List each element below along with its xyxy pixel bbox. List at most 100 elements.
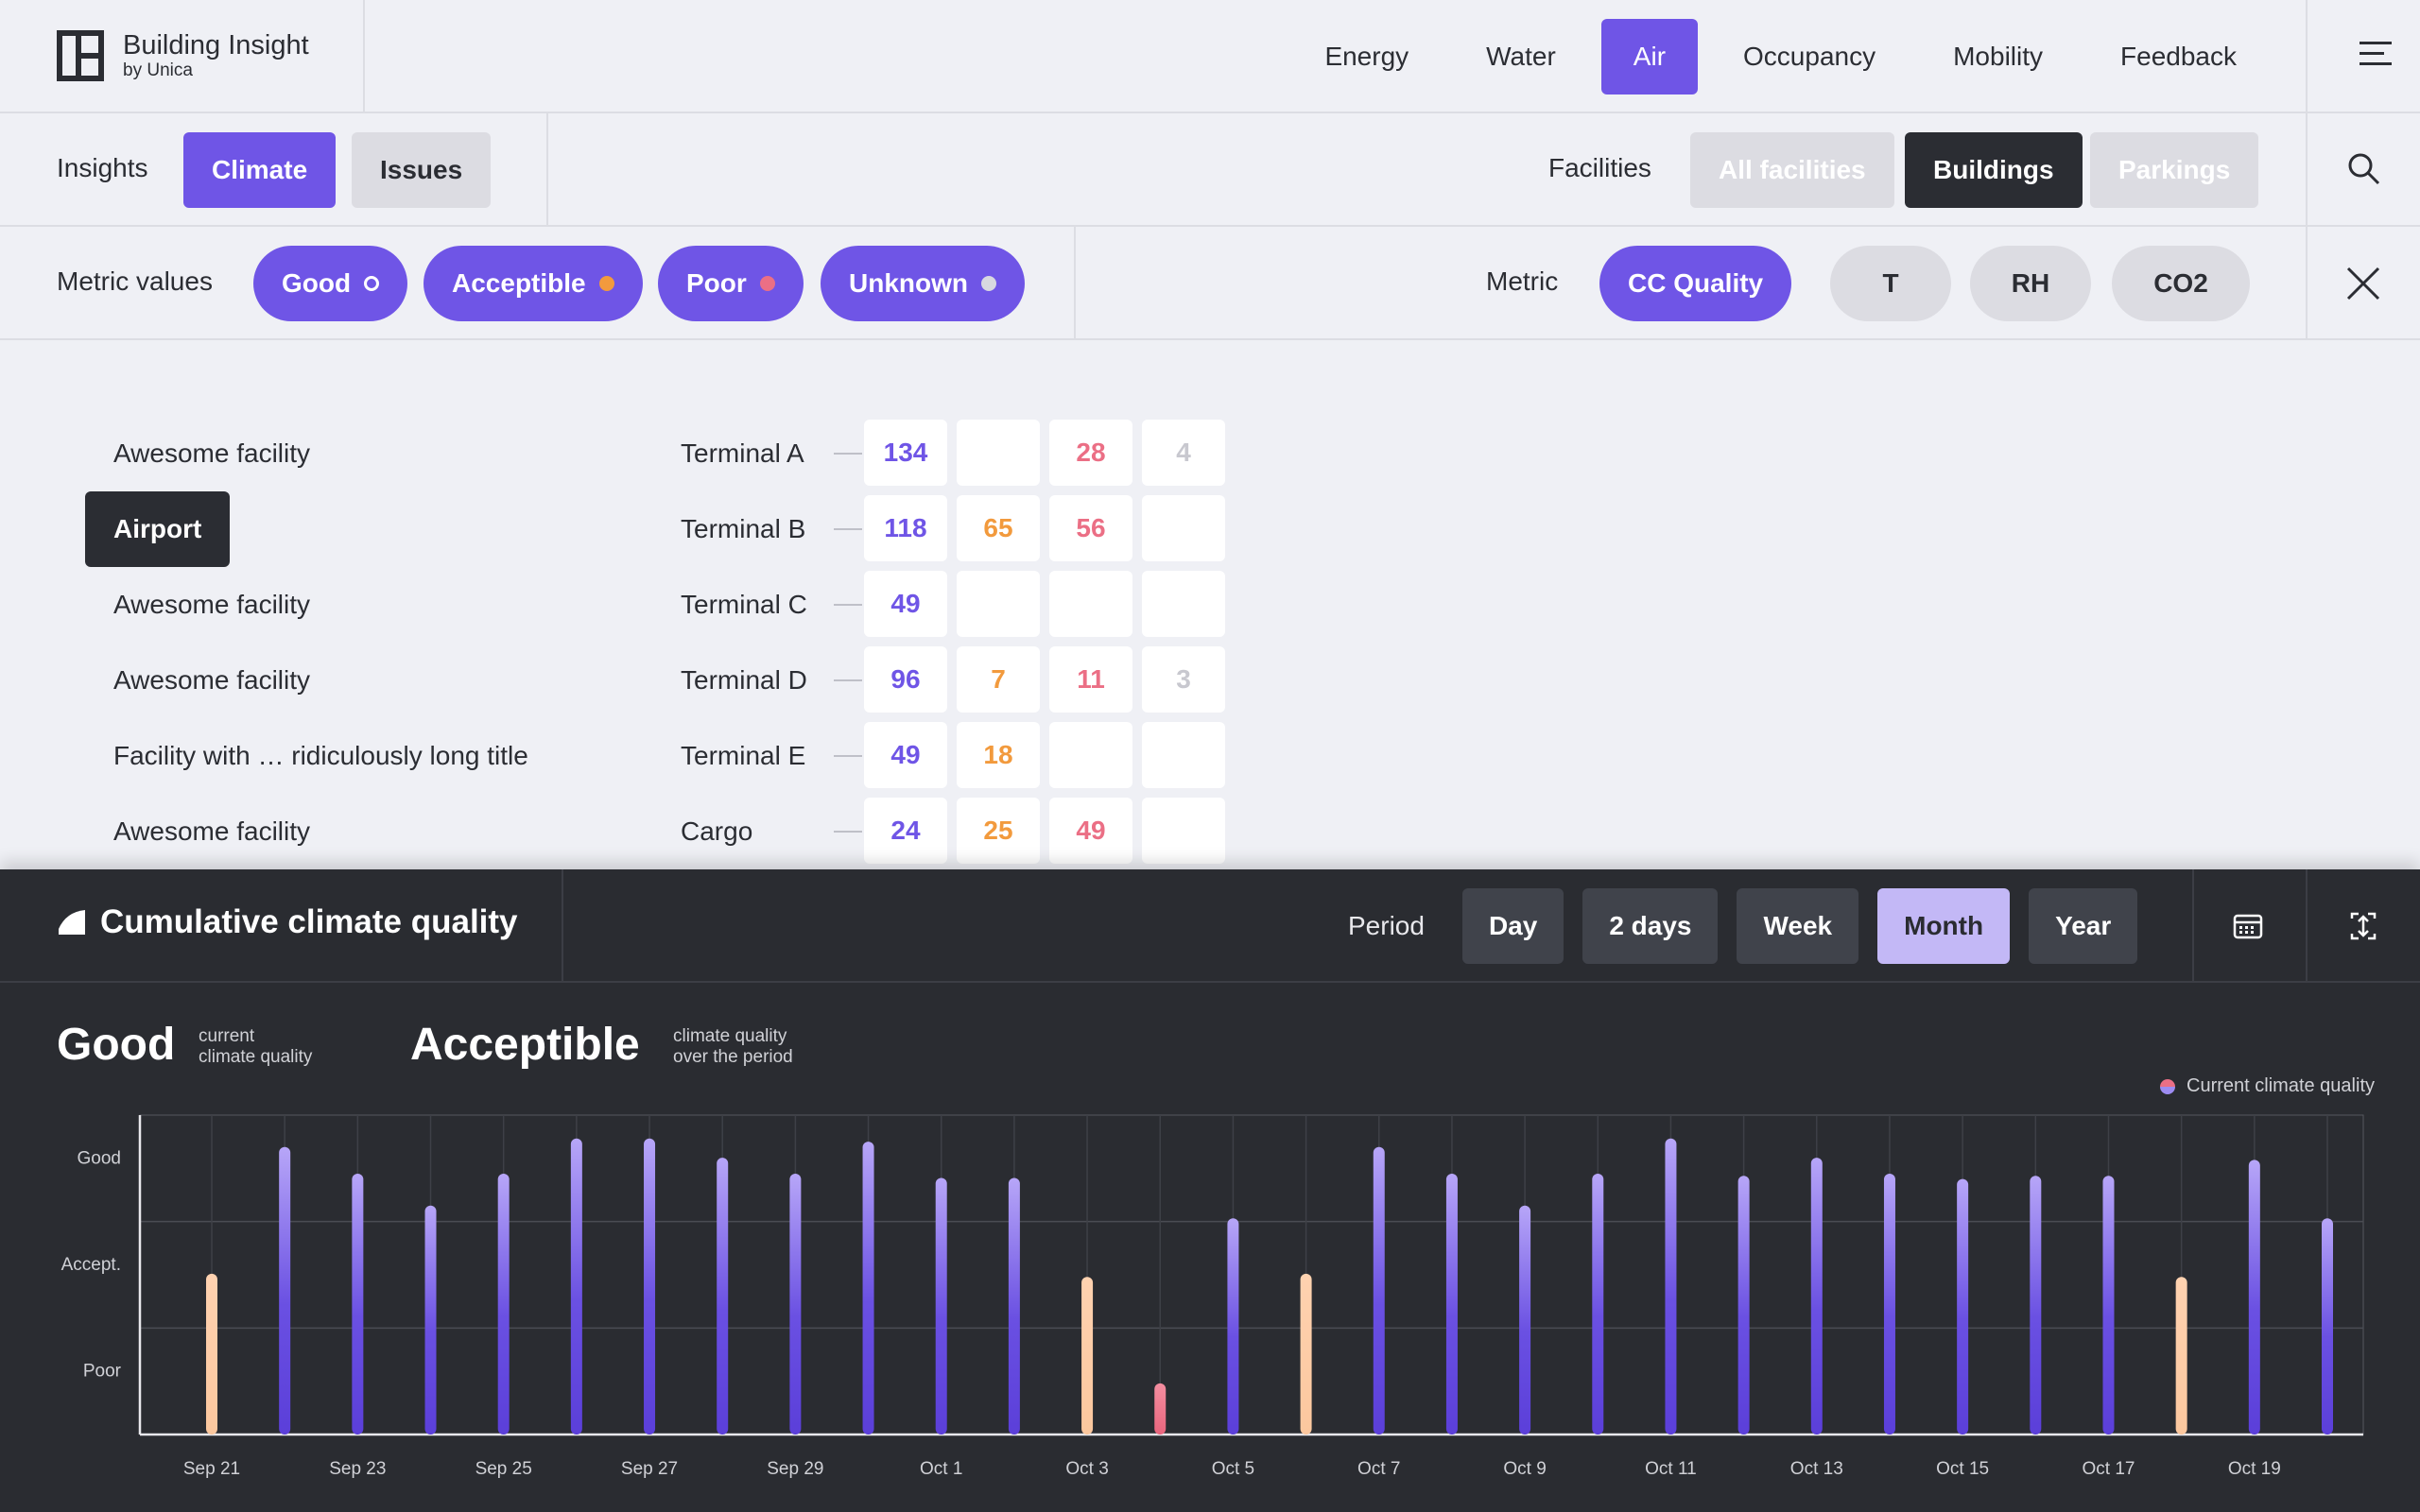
count-cell-poor[interactable]: 28 <box>1049 420 1132 486</box>
buildings-button[interactable]: Buildings <box>1905 132 2083 208</box>
row-connector <box>834 528 862 530</box>
terminal-name[interactable]: Terminal C <box>681 567 807 643</box>
count-cell-unk[interactable] <box>1142 722 1225 788</box>
close-icon[interactable] <box>2346 266 2380 301</box>
bar-acceptible <box>1081 1277 1094 1435</box>
count-cell-unk[interactable] <box>1142 798 1225 864</box>
search-icon[interactable] <box>2346 151 2382 187</box>
y-tick-label: Good <box>78 1148 121 1168</box>
value-good-label: Good <box>282 268 352 298</box>
count-cell-poor[interactable]: 11 <box>1049 646 1132 713</box>
count-cell-unk[interactable] <box>1142 495 1225 561</box>
metric-co2[interactable]: CO2 <box>2112 246 2250 321</box>
bar-good <box>570 1138 582 1435</box>
value-poor-pill[interactable]: Poor <box>658 246 804 321</box>
value-poor-label: Poor <box>686 268 747 298</box>
count-cell-acc[interactable] <box>957 571 1040 637</box>
bar-acceptible <box>2175 1277 2187 1435</box>
terminal-name[interactable]: Terminal E <box>681 718 805 794</box>
tab-issues[interactable]: Issues <box>352 132 492 208</box>
x-tick-label: Sep 21 <box>183 1459 240 1479</box>
bar-acceptible <box>206 1273 217 1435</box>
count-cell-acc[interactable]: 25 <box>957 798 1040 864</box>
count-cell-poor[interactable] <box>1049 722 1132 788</box>
facility-item[interactable]: Awesome facility <box>85 416 338 491</box>
terminal-name[interactable]: Terminal A <box>681 416 804 491</box>
y-tick-label: Accept. <box>61 1255 121 1275</box>
nav-water[interactable]: Water <box>1454 19 1588 94</box>
nav-energy[interactable]: Energy <box>1292 19 1441 94</box>
terminal-name[interactable]: Terminal D <box>681 643 807 718</box>
facility-item-selected[interactable]: Airport <box>85 491 231 567</box>
count-cell-good[interactable]: 134 <box>864 420 947 486</box>
x-tick-label: Oct 3 <box>1065 1459 1108 1479</box>
bar-good <box>2102 1176 2115 1435</box>
metric-rh[interactable]: RH <box>1970 246 2091 321</box>
bar-good <box>1008 1177 1020 1435</box>
count-cell-good[interactable]: 49 <box>864 722 947 788</box>
acceptible-dot-icon <box>598 276 614 291</box>
tab-climate[interactable]: Climate <box>183 132 337 208</box>
bar-good <box>1227 1218 1239 1435</box>
bar-good <box>717 1158 729 1435</box>
x-tick-label: Sep 27 <box>621 1459 678 1479</box>
app-subtitle: by Unica <box>123 60 193 80</box>
insights-bar: Insights Climate Issues Facilities All f… <box>0 113 2420 227</box>
facilities-label: Facilities <box>1548 153 1651 182</box>
terminal-name[interactable]: Cargo <box>681 794 752 869</box>
count-cell-unk[interactable] <box>1142 571 1225 637</box>
x-tick-label: Oct 19 <box>2228 1459 2281 1479</box>
count-cell-acc[interactable] <box>957 420 1040 486</box>
x-tick-label: Oct 13 <box>1790 1459 1843 1479</box>
menu-icon[interactable] <box>2360 42 2392 70</box>
terminal-name[interactable]: Terminal B <box>681 491 805 567</box>
count-cell-acc[interactable]: 18 <box>957 722 1040 788</box>
x-tick-label: Oct 5 <box>1212 1459 1254 1479</box>
x-tick-label: Oct 7 <box>1357 1459 1400 1479</box>
nav-feedback[interactable]: Feedback <box>2088 19 2269 94</box>
bar-good <box>644 1138 656 1435</box>
nav-occupancy[interactable]: Occupancy <box>1711 19 1908 94</box>
value-acceptible-pill[interactable]: Acceptible <box>424 246 643 321</box>
count-cell-poor[interactable] <box>1049 571 1132 637</box>
row-connector <box>834 831 862 833</box>
bar-acceptible <box>1300 1273 1312 1435</box>
bar-good <box>1737 1176 1750 1435</box>
nav-air[interactable]: Air <box>1600 19 1699 94</box>
count-cell-unk[interactable]: 4 <box>1142 420 1225 486</box>
value-unknown-pill[interactable]: Unknown <box>821 246 1025 321</box>
main-nav: Energy Water Air Occupancy Mobility Feed… <box>1279 19 2269 94</box>
parkings-button[interactable]: Parkings <box>2090 132 2259 208</box>
app-logo[interactable]: Building Insight by Unica <box>57 30 309 81</box>
plot-frame <box>139 1114 2364 1435</box>
row-connector <box>834 679 862 681</box>
count-cell-unk[interactable]: 3 <box>1142 646 1225 713</box>
metric-t[interactable]: T <box>1830 246 1951 321</box>
bar-good <box>1810 1158 1823 1435</box>
bar-good <box>2322 1218 2333 1435</box>
count-cell-good[interactable]: 118 <box>864 495 947 561</box>
x-tick-label: Oct 9 <box>1503 1459 1546 1479</box>
count-cell-good[interactable]: 96 <box>864 646 947 713</box>
nav-mobility[interactable]: Mobility <box>1921 19 2075 94</box>
bar-good <box>497 1173 510 1435</box>
bar-good <box>1373 1146 1385 1435</box>
count-cell-poor[interactable]: 49 <box>1049 798 1132 864</box>
value-good-pill[interactable]: Good <box>253 246 408 321</box>
facility-item[interactable]: Awesome facility <box>85 643 338 718</box>
bar-good <box>1445 1173 1458 1435</box>
x-tick-label: Oct 15 <box>1936 1459 1989 1479</box>
facility-item[interactable]: Facility with … ridiculously long title <box>85 718 557 794</box>
facility-item[interactable]: Awesome facility <box>85 567 338 643</box>
bar-good <box>424 1205 437 1435</box>
all-facilities-button[interactable]: All facilities <box>1690 132 1894 208</box>
bar-good <box>862 1142 874 1435</box>
facility-item[interactable]: Awesome facility <box>85 794 338 869</box>
count-cell-acc[interactable]: 65 <box>957 495 1040 561</box>
count-cell-good[interactable]: 49 <box>864 571 947 637</box>
count-cell-poor[interactable]: 56 <box>1049 495 1132 561</box>
count-cell-acc[interactable]: 7 <box>957 646 1040 713</box>
count-cell-good[interactable]: 24 <box>864 798 947 864</box>
x-tick-label: Oct 17 <box>2082 1459 2135 1479</box>
metric-cc-quality[interactable]: CC Quality <box>1599 246 1792 321</box>
